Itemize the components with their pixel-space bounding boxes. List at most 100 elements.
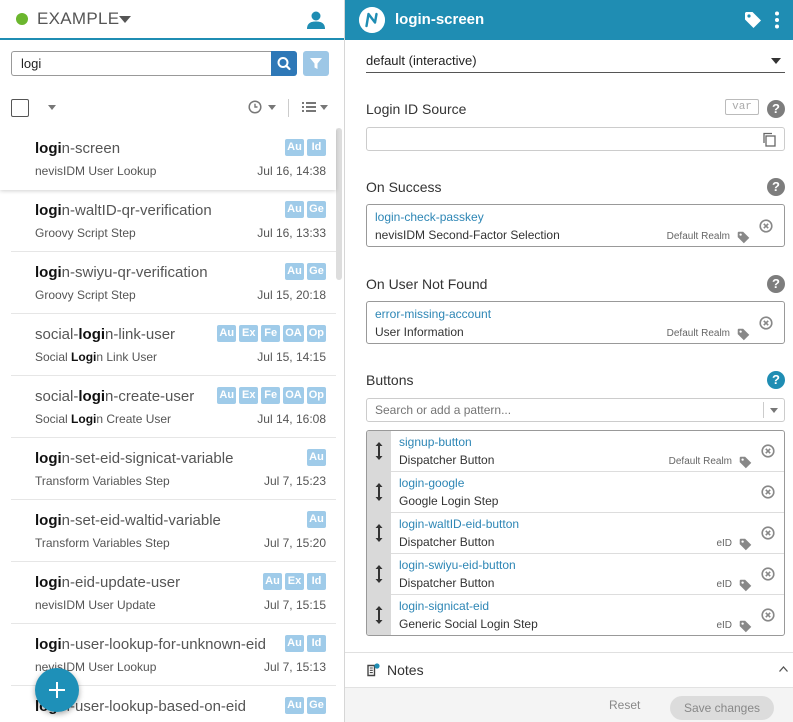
button-reference-row[interactable]: signup-button Dispatcher Button Default Re…: [367, 431, 784, 472]
help-icon[interactable]: ?: [767, 371, 785, 389]
category-badge: Au: [285, 201, 304, 218]
tag-icon[interactable]: [737, 328, 750, 341]
drag-handle-icon[interactable]: [367, 472, 391, 513]
tag-icon[interactable]: [739, 579, 752, 592]
search-highlight: logi: [78, 388, 106, 405]
button-reference-link[interactable]: login-waltID-eid-button: [399, 517, 519, 531]
reference-name-link[interactable]: login-check-passkey: [375, 210, 484, 224]
node-timestamp: Jul 15, 20:18: [257, 288, 326, 302]
button-reference-row[interactable]: login-signicat-eid Generic Social Login S…: [367, 595, 784, 635]
help-icon[interactable]: ?: [767, 178, 785, 196]
project-name[interactable]: EXAMPLE: [37, 9, 119, 29]
node-name-rest: n-user-lookup-for-unknown-eid: [61, 636, 266, 653]
category-badge: Ex: [239, 325, 259, 342]
drag-handle-icon[interactable]: [367, 554, 391, 595]
list-scrollbar[interactable]: [336, 128, 342, 280]
chevron-down-icon[interactable]: [119, 16, 131, 23]
tag-icon[interactable]: [739, 620, 752, 633]
search-icon: [277, 57, 291, 71]
node-name: login-set-eid-waltid-variable: [35, 512, 221, 529]
category-badge: Id: [307, 573, 326, 590]
button-reference-link[interactable]: signup-button: [399, 435, 472, 449]
button-reference-link[interactable]: login-google: [399, 476, 464, 490]
node-list-item[interactable]: login-set-eid-signicat-variable Transform…: [11, 438, 336, 500]
remove-circle-icon[interactable]: [759, 219, 773, 233]
filter-icon: [310, 58, 322, 69]
drag-handle-icon[interactable]: [367, 513, 391, 554]
remove-circle-icon[interactable]: [761, 444, 775, 458]
remove-circle-icon[interactable]: [761, 567, 775, 581]
tag-icon[interactable]: [744, 11, 762, 29]
node-name-rest: n-link-user: [105, 326, 176, 343]
search-highlight: logi: [35, 202, 62, 219]
button-reference-row[interactable]: login-waltID-eid-button Dispatcher Button…: [367, 513, 784, 554]
user-icon[interactable]: [305, 9, 327, 31]
node-name: social-login-create-user: [35, 388, 194, 405]
node-list-item[interactable]: login-screen nevisIDM User Lookup Jul 16, …: [0, 128, 336, 190]
node-timestamp: Jul 15, 14:15: [257, 350, 326, 364]
category-badge: Ex: [239, 387, 259, 404]
node-list-item[interactable]: login-waltID-qr-verification Groovy Scrip…: [11, 190, 336, 252]
button-reference-realm: eID: [716, 538, 732, 549]
pattern-search-input[interactable]: [367, 399, 761, 421]
save-button[interactable]: Save changes: [670, 696, 774, 720]
project-header: EXAMPLE: [0, 0, 344, 40]
clock-icon[interactable]: [248, 100, 262, 114]
remove-circle-icon[interactable]: [761, 526, 775, 540]
node-list-item[interactable]: login-swiyu-qr-verification Groovy Script…: [11, 252, 336, 314]
node-list-item[interactable]: social-login-create-user Social Login Cre…: [11, 376, 336, 438]
login-id-source-label: Login ID Source: [366, 101, 467, 117]
chevron-down-icon[interactable]: [268, 105, 276, 110]
node-name-rest: n-swiyu-qr-verification: [61, 264, 208, 281]
help-icon[interactable]: ?: [767, 275, 785, 293]
notes-section-toggle[interactable]: Notes: [345, 652, 793, 686]
chevron-down-icon[interactable]: [320, 105, 328, 110]
add-node-button[interactable]: [35, 668, 79, 712]
variable-toggle[interactable]: var: [725, 99, 759, 115]
copy-icon[interactable]: [762, 132, 776, 147]
login-id-source-field[interactable]: [366, 127, 785, 151]
node-list-item[interactable]: social-login-link-user Social Login Link …: [11, 314, 336, 376]
help-icon[interactable]: ?: [767, 100, 785, 118]
category-badge: Au: [307, 449, 326, 466]
reference-name-link[interactable]: error-missing-account: [375, 307, 491, 321]
node-list-item[interactable]: login-set-eid-waltid-variable Transform V…: [11, 500, 336, 562]
kebab-icon[interactable]: [774, 11, 780, 29]
node-type-rest: nevisIDM User Update: [35, 598, 156, 612]
remove-circle-icon[interactable]: [759, 316, 773, 330]
button-reference-row[interactable]: login-google Google Login Step: [367, 472, 784, 513]
button-reference-link[interactable]: login-swiyu-eid-button: [399, 558, 516, 572]
category-badge: Ge: [307, 697, 326, 714]
node-name-rest: n-set-eid-signicat-variable: [61, 450, 234, 467]
tag-icon[interactable]: [739, 538, 752, 551]
node-badges: Au Id: [285, 635, 326, 652]
node-timestamp: Jul 7, 15:20: [263, 536, 326, 550]
search-input[interactable]: [11, 51, 273, 76]
chevron-down-icon[interactable]: [48, 105, 56, 110]
remove-circle-icon[interactable]: [761, 485, 775, 499]
notes-icon: [367, 663, 380, 677]
node-type-rest: n Create User: [96, 412, 172, 426]
tag-icon[interactable]: [737, 231, 750, 244]
remove-circle-icon[interactable]: [761, 608, 775, 622]
reset-button[interactable]: Reset: [601, 696, 648, 714]
category-badge: Au: [307, 511, 326, 528]
search-highlight: logi: [35, 512, 62, 529]
filter-button[interactable]: [303, 51, 329, 76]
editor-footer: Reset Save changes: [345, 687, 793, 722]
tag-icon[interactable]: [739, 456, 752, 469]
node-name-rest: n-user-lookup-based-on-eid: [61, 698, 246, 715]
drag-handle-icon[interactable]: [367, 431, 391, 472]
on-user-not-found-reference[interactable]: error-missing-account User Information D…: [366, 301, 785, 344]
category-badge: Fe: [261, 387, 281, 404]
button-reference-row[interactable]: login-swiyu-eid-button Dispatcher Button e…: [367, 554, 784, 595]
list-icon[interactable]: [302, 102, 316, 112]
search-button[interactable]: [271, 51, 297, 76]
chevron-down-icon[interactable]: [770, 408, 778, 413]
button-reference-link[interactable]: login-signicat-eid: [399, 599, 489, 613]
node-list-item[interactable]: login-eid-update-user nevisIDM User Updat…: [11, 562, 336, 624]
on-success-reference[interactable]: login-check-passkey nevisIDM Second-Fact…: [366, 204, 785, 247]
select-all-checkbox[interactable]: [11, 99, 29, 117]
drag-handle-icon[interactable]: [367, 595, 391, 635]
mode-select[interactable]: default (interactive): [366, 50, 785, 73]
